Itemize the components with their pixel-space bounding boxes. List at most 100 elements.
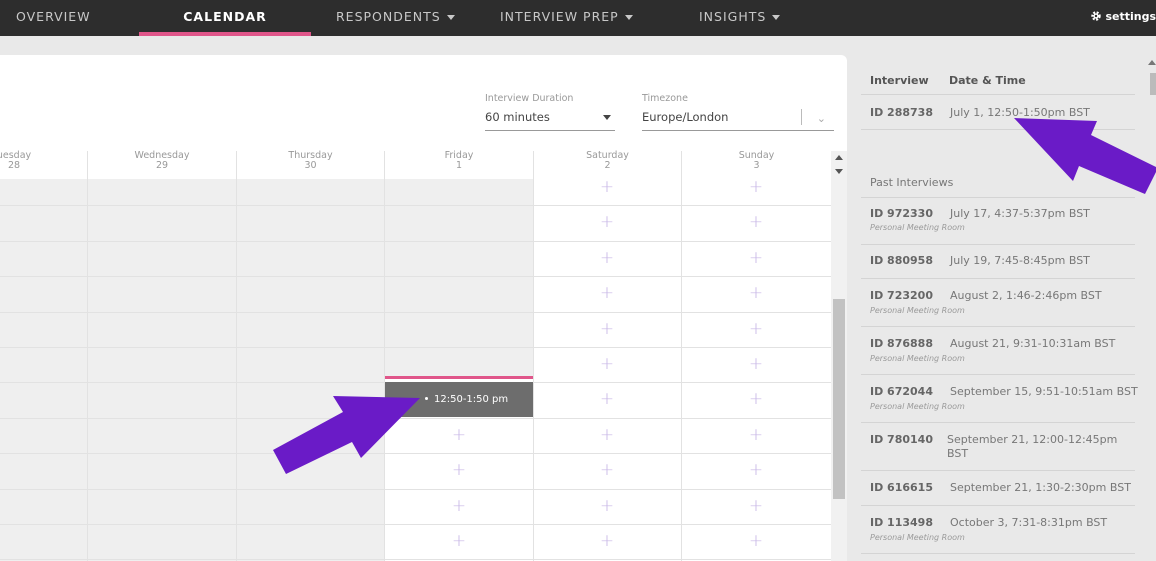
row-divider	[0, 240, 831, 242]
plus-icon[interactable]: +	[449, 425, 469, 445]
plus-icon[interactable]: +	[597, 389, 617, 409]
current-time-indicator	[385, 376, 533, 379]
row-divider	[0, 347, 831, 348]
duration-label: Interview Duration	[485, 93, 574, 104]
meeting-room-label: Personal Meeting Room	[870, 533, 965, 542]
day-date: 28	[7, 160, 21, 171]
plus-icon[interactable]: +	[746, 496, 766, 516]
past-interview-row[interactable]: ID 972330 July 17, 4:37-5:37pm BST Perso…	[861, 197, 1135, 245]
meeting-room-label: Personal Meeting Room	[870, 223, 965, 232]
nav-calendar-label: CALENDAR	[183, 9, 267, 24]
nav-interview-prep-label: INTERVIEW PREP	[500, 9, 619, 24]
plus-icon[interactable]: +	[597, 425, 617, 445]
plus-icon[interactable]: +	[449, 531, 469, 551]
day-header-saturday: Saturday 2	[533, 151, 682, 175]
plus-icon[interactable]: +	[746, 389, 766, 409]
past-interview-row[interactable]: ID 616615 September 21, 1:30-2:30pm BST	[861, 471, 1135, 506]
column-header-interview: Interview	[870, 74, 929, 87]
nav-overview[interactable]: OVERVIEW	[16, 0, 91, 36]
past-days-area	[0, 179, 385, 561]
plus-icon[interactable]: +	[597, 283, 617, 303]
plus-icon[interactable]: +	[597, 460, 617, 480]
interview-datetime: August 21, 9:31-10:31am BST	[950, 337, 1116, 350]
interview-datetime: July 19, 7:45-8:45pm BST	[950, 254, 1090, 267]
dropdown-arrow-icon	[603, 115, 611, 120]
nav-calendar[interactable]: CALENDAR	[139, 0, 311, 36]
plus-icon[interactable]: +	[597, 531, 617, 551]
nav-respondents[interactable]: RESPONDENTS	[336, 0, 455, 36]
plus-icon[interactable]: +	[746, 460, 766, 480]
past-interview-row[interactable]: ID 723200 August 2, 1:46-2:46pm BST Pers…	[861, 279, 1135, 327]
day-header-sunday: Sunday 3	[682, 151, 831, 175]
plus-icon[interactable]: +	[597, 248, 617, 268]
scrollbar-thumb[interactable]	[833, 299, 845, 499]
calendar-scrollbar[interactable]	[831, 151, 847, 561]
settings-link[interactable]: settings	[1090, 0, 1156, 36]
plus-icon[interactable]: +	[746, 319, 766, 339]
plus-icon[interactable]: +	[746, 531, 766, 551]
interview-datetime: September 15, 9:51-10:51am BST	[950, 385, 1138, 398]
nav-respondents-label: RESPONDENTS	[336, 9, 441, 24]
plus-icon[interactable]: +	[597, 496, 617, 516]
nav-overview-label: OVERVIEW	[16, 9, 91, 24]
plus-icon[interactable]: +	[746, 354, 766, 374]
column-divider	[87, 151, 88, 561]
meeting-room-label: Personal Meeting Room	[870, 306, 965, 315]
day-date: 2	[604, 160, 611, 171]
chevron-down-icon	[446, 15, 455, 20]
duration-select[interactable]: 60 minutes	[485, 105, 615, 131]
past-interview-row[interactable]: ID 672044 September 15, 9:51-10:51am BST…	[861, 375, 1138, 423]
scrollbar-thumb[interactable]	[1150, 73, 1156, 95]
column-header-date-time: Date & Time	[949, 74, 1026, 87]
scroll-up-icon[interactable]	[1148, 60, 1156, 65]
row-divider	[0, 205, 831, 207]
timezone-select[interactable]: Europe/London ⌄	[642, 105, 834, 131]
past-interview-row[interactable]: ID 880958 July 19, 7:45-8:45pm BST	[861, 245, 1135, 279]
interview-datetime: August 2, 1:46-2:46pm BST	[950, 289, 1102, 302]
scroll-up-icon[interactable]	[835, 155, 843, 160]
plus-icon[interactable]: +	[746, 177, 766, 197]
row-divider	[0, 488, 831, 490]
day-date: 29	[155, 160, 169, 171]
event-dot	[425, 397, 428, 400]
plus-icon[interactable]: +	[597, 354, 617, 374]
column-divider	[533, 151, 534, 561]
past-interview-row[interactable]: ID 780140 September 21, 12:00-12:45pm BS…	[861, 423, 1135, 471]
plus-icon[interactable]: +	[746, 212, 766, 232]
day-header-tuesday: uesday 28	[0, 151, 88, 175]
plus-icon[interactable]: +	[597, 319, 617, 339]
interview-id: ID 672044	[870, 385, 933, 398]
interview-datetime: October 3, 7:31-8:31pm BST	[950, 516, 1108, 529]
upcoming-interview-row[interactable]: ID 288738 July 1, 12:50-1:50pm BST	[861, 94, 1135, 130]
interview-datetime: September 21, 12:00-12:45pm BST	[947, 433, 1118, 460]
past-interview-row[interactable]: ID 876888 August 21, 9:31-10:31am BST Pe…	[861, 327, 1135, 375]
plus-icon[interactable]: +	[746, 248, 766, 268]
row-divider	[0, 453, 831, 455]
interview-id: ID 288738	[870, 106, 933, 119]
scheduled-interview-event[interactable]: 12:50-1:50 pm	[385, 382, 533, 417]
gear-icon	[1091, 11, 1102, 21]
past-interview-row[interactable]: ID 113498 October 3, 7:31-8:31pm BST Per…	[861, 506, 1135, 554]
day-date: 1	[455, 160, 463, 171]
chevron-down-icon: ⌄	[816, 112, 826, 125]
column-divider	[681, 151, 682, 561]
plus-icon[interactable]: +	[597, 212, 617, 232]
scroll-down-icon[interactable]	[835, 169, 843, 174]
panel-scrollbar[interactable]	[1148, 55, 1156, 561]
plus-icon[interactable]: +	[746, 425, 766, 445]
select-separator	[801, 109, 802, 125]
plus-icon[interactable]: +	[449, 460, 469, 480]
meeting-room-label: Personal Meeting Room	[870, 402, 965, 411]
interview-id: ID 616615	[870, 481, 933, 494]
timezone-label: Timezone	[642, 93, 688, 104]
day-header-wednesday: Wednesday 29	[88, 151, 236, 175]
day-header-friday: Friday 1	[385, 151, 533, 175]
plus-icon[interactable]: +	[746, 283, 766, 303]
nav-interview-prep[interactable]: INTERVIEW PREP	[500, 0, 633, 36]
plus-icon[interactable]: +	[449, 496, 469, 516]
interview-id: ID 723200	[870, 289, 933, 302]
plus-icon[interactable]: +	[597, 177, 617, 197]
nav-insights-label: INSIGHTS	[699, 9, 767, 24]
column-divider	[236, 151, 237, 561]
nav-insights[interactable]: INSIGHTS	[699, 0, 781, 36]
